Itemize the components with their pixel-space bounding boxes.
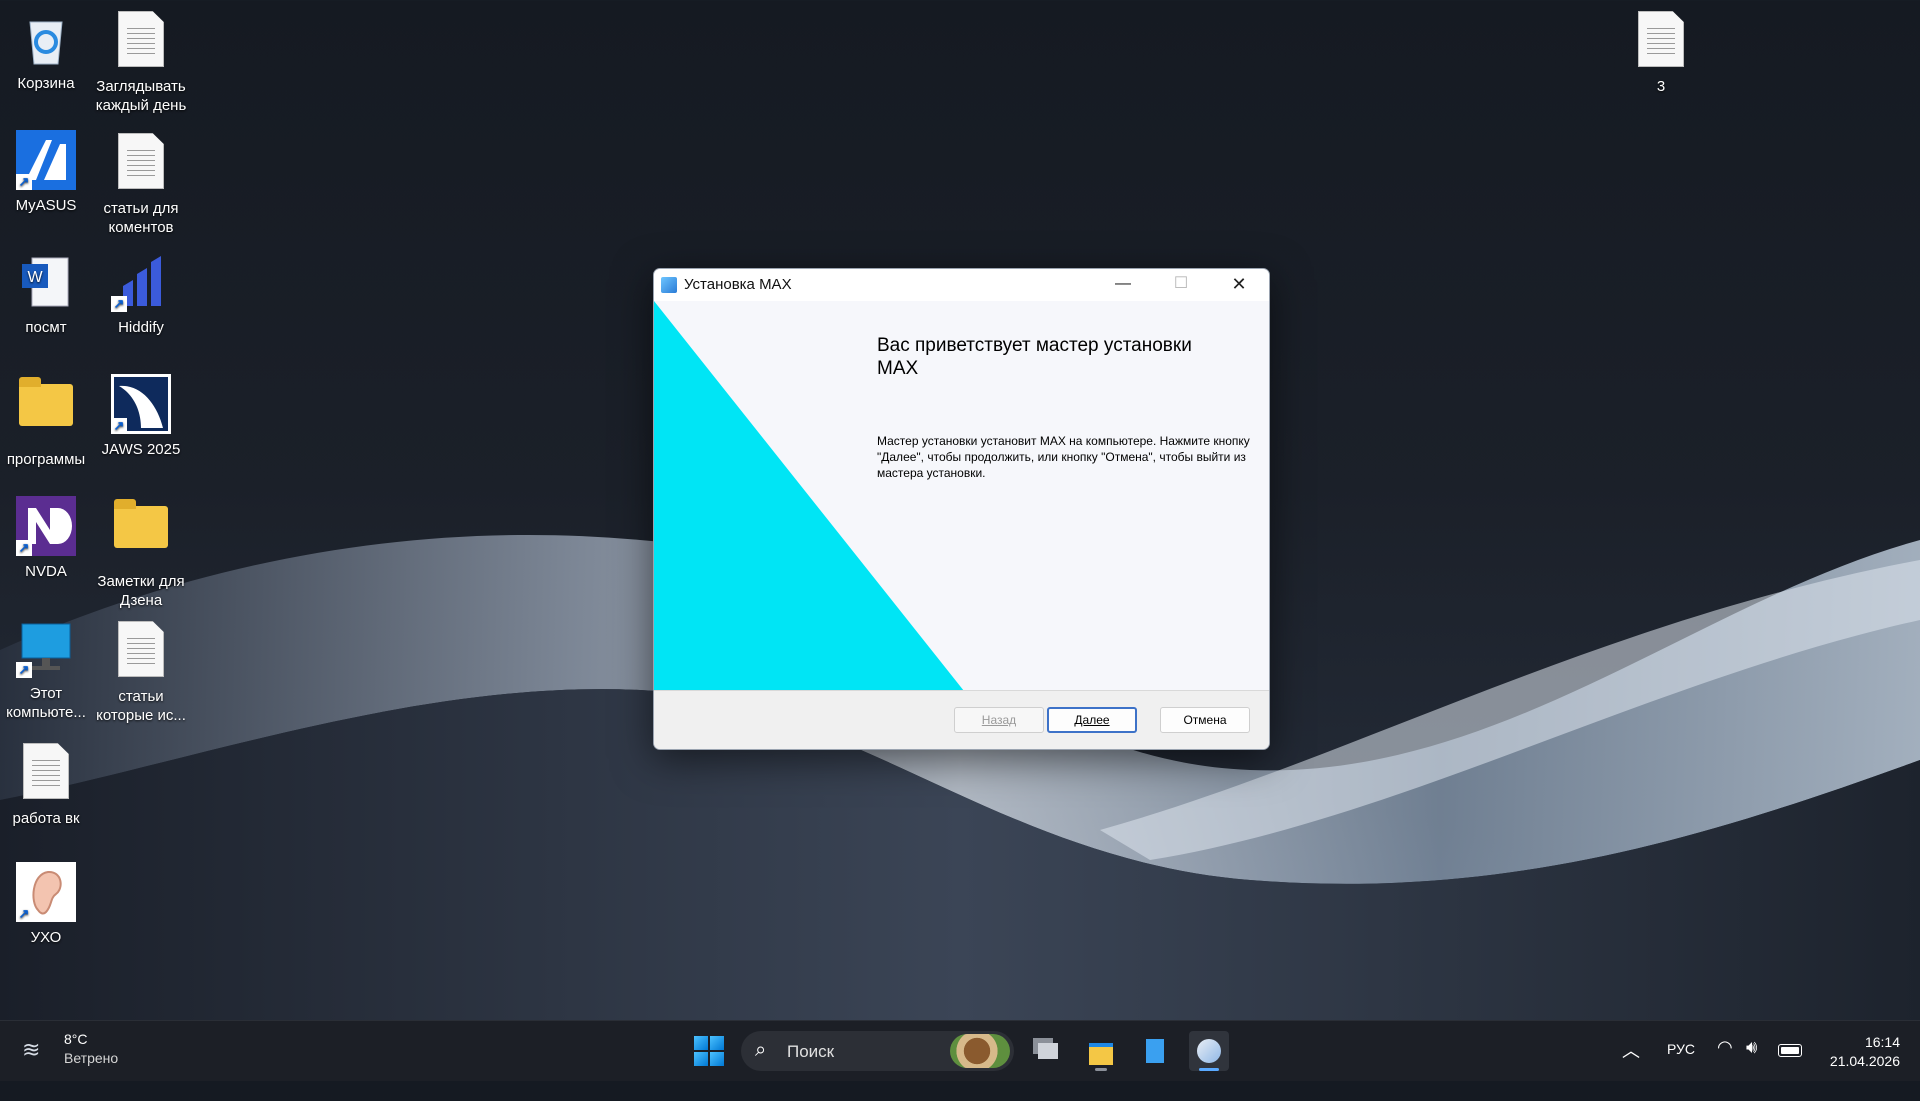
desktop-icon-label: Заглядывать каждый день <box>95 78 187 114</box>
folder-icon <box>16 377 76 444</box>
desktop-icon-label: Этот компьюте... <box>6 685 86 721</box>
input-language[interactable]: РУС <box>1667 1041 1695 1101</box>
notepad-button[interactable] <box>1135 1031 1175 1071</box>
notepad-icon <box>1146 1039 1164 1063</box>
desktop-icon-label: Заметки для Дзена <box>97 573 185 609</box>
minimize-button[interactable]: — <box>1094 269 1152 301</box>
shortcut-arrow-icon: ↗ <box>16 174 32 190</box>
search-icon: ⌕ <box>755 1039 767 1061</box>
desktop-icon-myasus[interactable]: ↗ MyASUS <box>0 130 92 215</box>
show-hidden-icons-chevron-icon[interactable]: ︿ <box>1622 1037 1640 1097</box>
desktop-icon-3[interactable]: 3 <box>1615 8 1707 96</box>
svg-text:W: W <box>27 269 43 286</box>
text-file-icon <box>1631 11 1691 71</box>
desktop-icon-programmy[interactable]: программы <box>0 374 92 469</box>
wind-icon: ≋ <box>22 1037 41 1062</box>
desktop-icon-posmt[interactable]: W посмт <box>0 252 92 337</box>
welcome-text: Мастер установки установит MAX на компью… <box>877 434 1250 480</box>
next-button-label: Далее <box>1074 713 1110 727</box>
clock-time: 16:14 <box>1864 1034 1900 1050</box>
desktop-icon-label: программы <box>6 451 86 468</box>
recycle-bin-icon <box>16 8 76 68</box>
desktop-icon-label: Hiddify <box>118 319 164 336</box>
desktop-icon-label: статьи которые ис... <box>96 688 186 724</box>
nvda-icon: ↗ <box>16 496 76 556</box>
shortcut-arrow-icon: ↗ <box>111 296 127 312</box>
task-view-button[interactable] <box>1026 1031 1066 1071</box>
desktop-icon-this-pc[interactable]: ↗ Этот компьюте... <box>0 618 92 722</box>
shortcut-arrow-icon: ↗ <box>16 906 32 922</box>
desktop-icon-label: MyASUS <box>15 197 77 214</box>
text-file-icon <box>111 621 171 681</box>
folder-icon <box>111 499 171 566</box>
this-pc-icon: ↗ <box>16 618 76 678</box>
installer-app-icon <box>661 277 677 293</box>
desktop-icon-label: 3 <box>1656 78 1666 95</box>
myasus-icon: ↗ <box>16 130 76 190</box>
desktop-icon-label: Корзина <box>17 75 75 92</box>
next-button[interactable]: Далее <box>1047 707 1137 733</box>
word-document-icon: W <box>16 252 76 312</box>
battery-icon[interactable] <box>1778 1044 1802 1057</box>
shortcut-arrow-icon: ↗ <box>16 540 32 556</box>
windows-logo-icon <box>694 1036 708 1050</box>
taskbar-search[interactable]: ⌕ Поиск <box>741 1031 1014 1071</box>
dialog-footer: Назад Далее Отмена <box>654 691 1269 749</box>
start-button[interactable] <box>694 1036 724 1066</box>
hiddify-icon: ↗ <box>111 252 171 312</box>
desktop-icon-hiddify[interactable]: ↗ Hiddify <box>95 252 187 337</box>
desktop-icon-label: УХО <box>30 929 62 946</box>
running-indicator <box>1095 1068 1107 1071</box>
installer-icon <box>1197 1039 1221 1063</box>
dialog-content: Вас приветствует мастер установки MAX Ма… <box>654 301 1269 691</box>
wifi-icon[interactable]: ◠ <box>1717 1037 1733 1097</box>
cancel-button[interactable]: Отмена <box>1160 707 1250 733</box>
desktop-icon-stati-kotorye[interactable]: статьи которые ис... <box>95 618 187 725</box>
weather-temperature: 8°C <box>64 1031 88 1047</box>
desktop-icon-zaglyadyvat[interactable]: Заглядывать каждый день <box>95 8 187 115</box>
maximize-button: ☐ <box>1173 275 1189 292</box>
shortcut-arrow-icon: ↗ <box>16 662 32 678</box>
desktop-icon-label: NVDA <box>25 563 67 580</box>
active-indicator <box>1199 1068 1219 1071</box>
back-button: Назад <box>954 707 1044 733</box>
task-view-icon <box>1038 1043 1058 1059</box>
file-explorer-button[interactable] <box>1081 1031 1121 1071</box>
desktop-icon-recycle-bin[interactable]: Корзина <box>0 8 92 93</box>
volume-icon[interactable]: 🔊︎ <box>1746 1037 1757 1097</box>
desktop-icon-label: JAWS 2025 <box>101 441 181 458</box>
desktop-icon-stati-komentov[interactable]: статьи для коментов <box>95 130 187 237</box>
search-placeholder: Поиск <box>787 1042 835 1061</box>
desktop-icon-label: работа вк <box>12 810 80 827</box>
desktop-icon-zametki-dzena[interactable]: Заметки для Дзена <box>95 496 187 610</box>
desktop-icon-label: посмт <box>25 319 67 336</box>
search-highlight-hedgehog-icon[interactable] <box>950 1034 1010 1068</box>
clock-date: 21.04.2026 <box>1829 1053 1900 1069</box>
desktop-icon-nvda[interactable]: ↗ NVDA <box>0 496 92 581</box>
file-explorer-icon <box>1089 1043 1113 1065</box>
back-button-label: Назад <box>981 713 1017 727</box>
shortcut-arrow-icon: ↗ <box>111 418 127 434</box>
dialog-title: Установка MAX <box>684 276 792 293</box>
installer-taskbar-button[interactable] <box>1189 1031 1229 1071</box>
welcome-title: Вас приветствует мастер установки MAX <box>877 335 1192 379</box>
close-button[interactable]: ✕ <box>1210 269 1268 301</box>
clock[interactable]: 16:14 21.04.2026 <box>1820 1033 1900 1071</box>
jaws-icon: ↗ <box>111 374 171 434</box>
text-file-icon <box>111 11 171 71</box>
dialog-titlebar[interactable]: Установка MAX — ☐ ✕ <box>654 269 1269 301</box>
desktop-icon-jaws[interactable]: ↗ JAWS 2025 <box>95 374 187 459</box>
taskbar: ≋ 8°C Ветрено ⌕ Поиск ︿ РУС ◠ 🔊︎ 16:14 2… <box>0 1020 1920 1081</box>
text-file-icon <box>16 743 76 803</box>
desktop-icon-rabota-vk[interactable]: работа вк <box>0 740 92 828</box>
desktop-icon-label: статьи для коментов <box>103 200 179 236</box>
installer-dialog: Установка MAX — ☐ ✕ Вас приветствует мас… <box>653 268 1270 750</box>
weather-condition: Ветрено <box>64 1050 119 1066</box>
desktop-icon-uho[interactable]: ↗ УХО <box>0 862 92 947</box>
text-file-icon <box>111 133 171 193</box>
ear-icon: ↗ <box>16 862 76 922</box>
